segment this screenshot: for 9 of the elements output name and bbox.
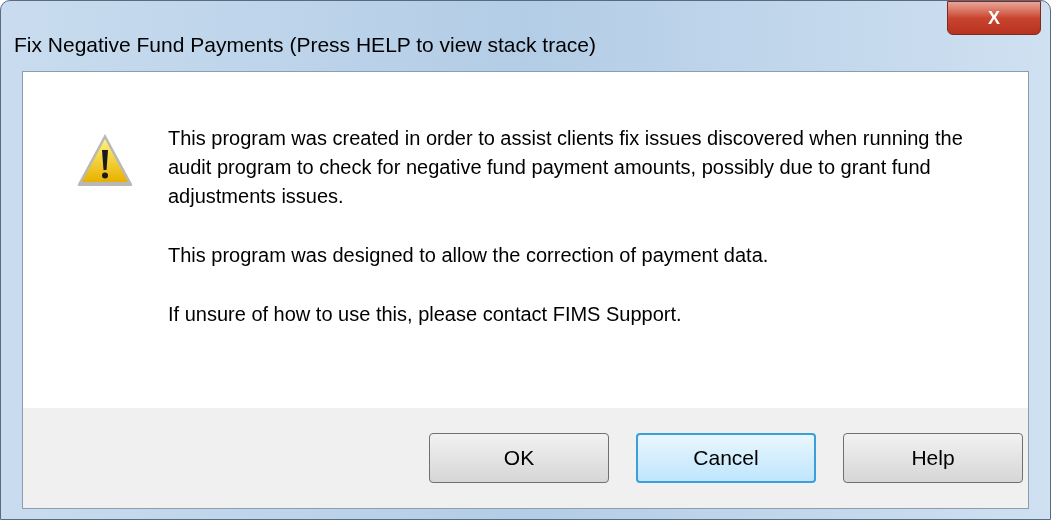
message-text: This program was created in order to assist clients fix issues discovered when running the audit program to check for negative fund payment amounts, possibly due to grant fund adjustments issues.: [168, 126, 964, 209]
dialog-button[interactable]: Help: [843, 433, 1023, 483]
close-button[interactable]: X: [947, 1, 1041, 35]
warning-icon: [76, 132, 134, 188]
message-text: If unsure of how to use this, please contact FIMS Support.: [168, 302, 683, 327]
dialog-button[interactable]: Cancel: [636, 433, 816, 483]
message-text: This program was designed to allow the correction of payment data.: [168, 243, 770, 268]
dialog-button[interactable]: OK: [429, 433, 609, 483]
window-title: Fix Negative Fund Payments (Press HELP to view stack trace): [14, 32, 596, 58]
